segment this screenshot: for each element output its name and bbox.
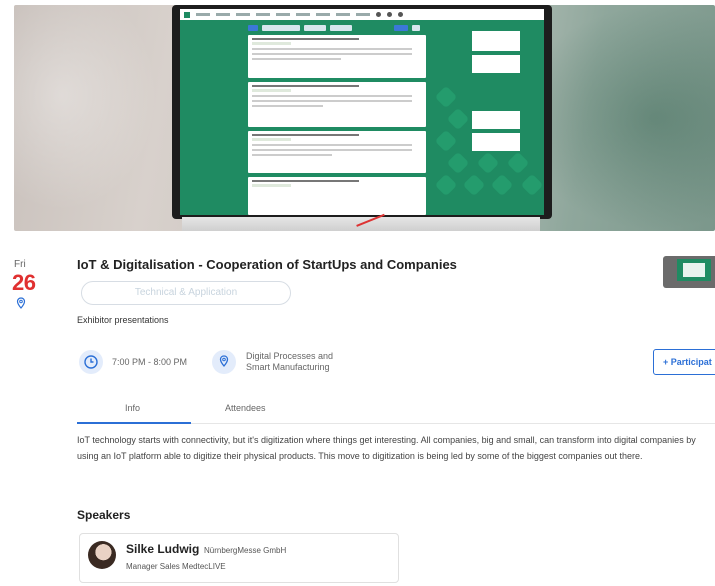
location-line-1: Digital Processes and: [246, 351, 334, 361]
participate-button[interactable]: + Participat: [653, 349, 715, 375]
monitor-screen: [180, 9, 544, 215]
speakers-heading: Speakers: [77, 508, 131, 522]
session-description: IoT technology starts with connectivity,…: [77, 435, 696, 461]
date-weekday: Fri: [14, 259, 26, 270]
date-day-number: 26: [12, 270, 36, 295]
tab-bar: Info Attendees: [77, 398, 715, 424]
avatar: [88, 541, 116, 569]
hero-image: [14, 5, 715, 231]
monitor-stand: [182, 213, 540, 231]
session-location[interactable]: Digital Processes and Smart Manufacturin…: [246, 351, 333, 373]
location-pin-icon[interactable]: [15, 297, 27, 309]
location-line-2: Smart Manufacturing: [246, 362, 330, 372]
session-time: 7:00 PM - 8:00 PM: [112, 357, 188, 367]
session-title: IoT & Digitalisation - Cooperation of St…: [77, 257, 457, 272]
tab-info[interactable]: Info: [125, 403, 140, 413]
track-tag[interactable]: Technical & Application: [81, 281, 291, 305]
speaker-card[interactable]: Silke Ludwig NürnbergMesse GmbH Manager …: [79, 533, 399, 583]
speaker-role: Manager Sales MedtecLIVE: [126, 562, 226, 571]
session-category: Exhibitor presentations: [77, 315, 169, 325]
active-tab-indicator: [77, 422, 191, 424]
speaker-company: NürnbergMesse GmbH: [204, 546, 287, 555]
clock-icon: [79, 350, 103, 374]
location-icon: [212, 350, 236, 374]
tab-attendees[interactable]: Attendees: [225, 403, 266, 413]
session-thumbnail[interactable]: [663, 256, 715, 288]
speaker-name: Silke Ludwig: [126, 542, 200, 556]
